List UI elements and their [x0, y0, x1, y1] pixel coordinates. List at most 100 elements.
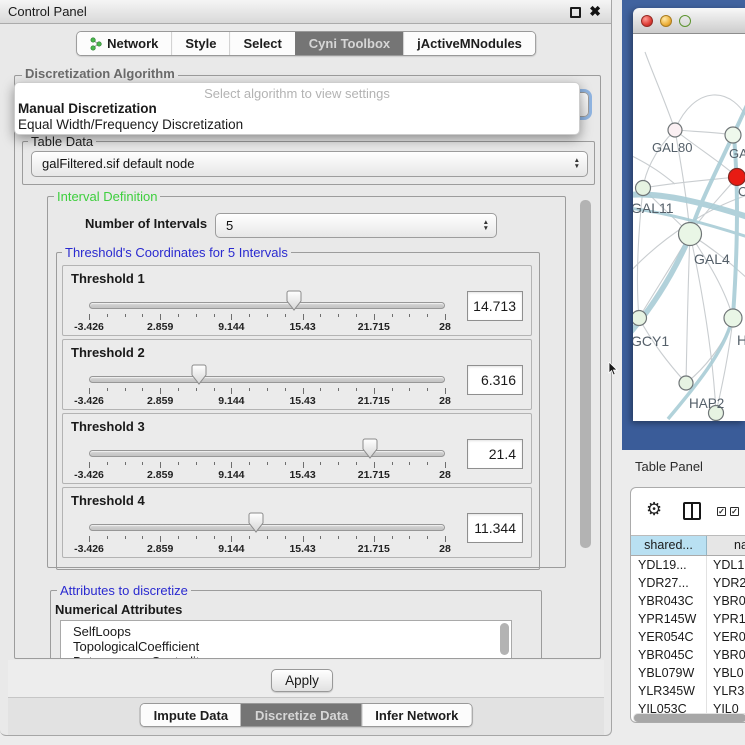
- tick-mark: [320, 388, 321, 391]
- combo-arrows-icon: ▲▼: [574, 158, 580, 170]
- dropdown-option-equal-width-frequency[interactable]: Equal Width/Frequency Discretization: [15, 117, 579, 133]
- tick-mark: [409, 536, 410, 539]
- tick-mark: [267, 388, 268, 391]
- network-graph-canvas[interactable]: GAL80 GA C GAL11 GAL4 GCY1 H HAP2: [633, 34, 745, 421]
- tick-mark: [196, 536, 197, 539]
- number-of-intervals-value: 5: [226, 218, 233, 233]
- tab-style[interactable]: Style: [171, 32, 229, 55]
- node-h[interactable]: [724, 309, 742, 327]
- scrollbar-thumb[interactable]: [634, 714, 745, 722]
- panel-scrollbar[interactable]: [580, 200, 591, 548]
- tick-label: 21.715: [358, 395, 390, 407]
- slider-thumb[interactable]: [286, 290, 302, 311]
- control-panel-window: Control Panel ✖ Network Style Select Cyn…: [0, 0, 612, 736]
- tick-mark: [303, 536, 304, 542]
- node-gal11[interactable]: [636, 181, 651, 196]
- threshold-value-field[interactable]: 14.713: [467, 291, 523, 321]
- threshold-value-field[interactable]: 11.344: [467, 513, 523, 543]
- tick-mark: [231, 388, 232, 394]
- tick-mark: [125, 462, 126, 465]
- tick-mark: [320, 462, 321, 465]
- tick-mark: [445, 462, 446, 468]
- column-header-shared-name[interactable]: shared...: [631, 536, 707, 555]
- settings-scroll-area: Interval Definition Number of Intervals …: [22, 186, 578, 658]
- tick-mark: [214, 388, 215, 391]
- slider-thumb[interactable]: [248, 512, 264, 533]
- tab-jactivemnodules[interactable]: jActiveMNodules: [403, 32, 535, 55]
- threshold-2-panel: Threshold 2 -3.4262.8599.14415.4321.7152…: [62, 339, 532, 410]
- table-row[interactable]: YER054CYER0: [631, 628, 745, 646]
- threshold-label: Threshold 3: [71, 419, 145, 434]
- network-window-titlebar[interactable]: [633, 8, 745, 34]
- number-of-intervals-combobox[interactable]: 5 ▲▼: [215, 213, 497, 238]
- slider-thumb[interactable]: [191, 364, 207, 385]
- table-row[interactable]: YPR145WYPR1: [631, 610, 745, 628]
- bottom-tabbar: Impute Data Discretize Data Infer Networ…: [140, 703, 473, 727]
- node-hap2[interactable]: [679, 376, 693, 390]
- control-panel-titlebar[interactable]: Control Panel ✖: [0, 0, 611, 24]
- gear-icon[interactable]: ⚙: [646, 499, 662, 520]
- tick-label: 28: [439, 469, 451, 481]
- table-row[interactable]: YBL079WYBL0: [631, 664, 745, 682]
- dropdown-placeholder: Select algorithm to view settings: [15, 86, 579, 101]
- node-gal80[interactable]: [668, 123, 682, 137]
- close-icon[interactable]: ✖: [589, 3, 601, 20]
- tab-discretize-data[interactable]: Discretize Data: [241, 704, 361, 726]
- list-scrollbar[interactable]: [500, 623, 509, 655]
- table-row[interactable]: YIL053CYIL0: [631, 700, 745, 713]
- tab-select[interactable]: Select: [229, 32, 294, 55]
- node-top-right[interactable]: [725, 127, 741, 143]
- tick-mark: [427, 388, 428, 391]
- table-row[interactable]: YBR045CYBR0: [631, 646, 745, 664]
- apply-button[interactable]: Apply: [271, 669, 333, 692]
- node-gcy1[interactable]: [633, 311, 647, 326]
- node-gal4[interactable]: [679, 223, 702, 246]
- table-row[interactable]: YDR27...YDR2: [631, 574, 745, 592]
- table-data-group: galFiltered.sif default node ▲▼: [22, 141, 595, 185]
- cell: YDR2: [707, 574, 745, 592]
- tick-mark: [231, 536, 232, 542]
- tick-mark: [89, 314, 90, 320]
- node-label: H: [737, 332, 745, 348]
- tick-mark: [445, 536, 446, 542]
- tick-mark: [89, 462, 90, 468]
- slider-thumb[interactable]: [362, 438, 378, 459]
- tick-mark: [125, 314, 126, 317]
- column-header-name[interactable]: nam: [707, 536, 745, 555]
- mouse-cursor: [608, 362, 619, 377]
- tick-mark: [285, 536, 286, 539]
- tick-mark: [249, 536, 250, 539]
- list-item[interactable]: BetweennessCentrality: [61, 654, 511, 658]
- table-row[interactable]: YLR345WYLR3: [631, 682, 745, 700]
- combo-arrows-icon: ▲▼: [483, 220, 489, 232]
- tick-mark: [142, 388, 143, 391]
- checkbox-icon[interactable]: ✓: [730, 507, 739, 516]
- tick-mark: [214, 314, 215, 317]
- tab-impute-data[interactable]: Impute Data: [141, 704, 241, 726]
- tab-cyni-toolbox[interactable]: Cyni Toolbox: [295, 32, 403, 55]
- checkbox-icon[interactable]: ✓: [717, 507, 726, 516]
- tab-network[interactable]: Network: [77, 32, 171, 55]
- screen: Control Panel ✖ Network Style Select Cyn…: [0, 0, 745, 745]
- float-window-icon[interactable]: [570, 7, 581, 18]
- tick-mark: [303, 462, 304, 468]
- close-traffic-light[interactable]: [641, 15, 653, 27]
- threshold-value-field[interactable]: 6.316: [467, 365, 523, 395]
- table-row[interactable]: YBR043CYBR0: [631, 592, 745, 610]
- tab-infer-network[interactable]: Infer Network: [361, 704, 471, 726]
- dropdown-option-manual-discretization[interactable]: Manual Discretization: [15, 101, 579, 117]
- threshold-value-field[interactable]: 21.4: [467, 439, 523, 469]
- table-data-combobox[interactable]: galFiltered.sif default node ▲▼: [31, 151, 588, 177]
- table-horizontal-scrollbar[interactable]: [633, 713, 745, 723]
- minimize-traffic-light[interactable]: [660, 15, 672, 27]
- tick-mark: [107, 462, 108, 465]
- list-item[interactable]: TopologicalCoefficient: [61, 639, 511, 654]
- zoom-traffic-light[interactable]: [679, 15, 691, 27]
- column-layout-icon[interactable]: [683, 502, 701, 520]
- table-row[interactable]: YDL19...YDL1: [631, 556, 745, 574]
- cell: YBR045C: [631, 646, 707, 664]
- cell: YBR0: [707, 646, 745, 664]
- node-label: GAL80: [652, 140, 692, 155]
- list-item[interactable]: SelfLoops: [61, 621, 511, 639]
- node-selected-red[interactable]: [729, 169, 745, 186]
